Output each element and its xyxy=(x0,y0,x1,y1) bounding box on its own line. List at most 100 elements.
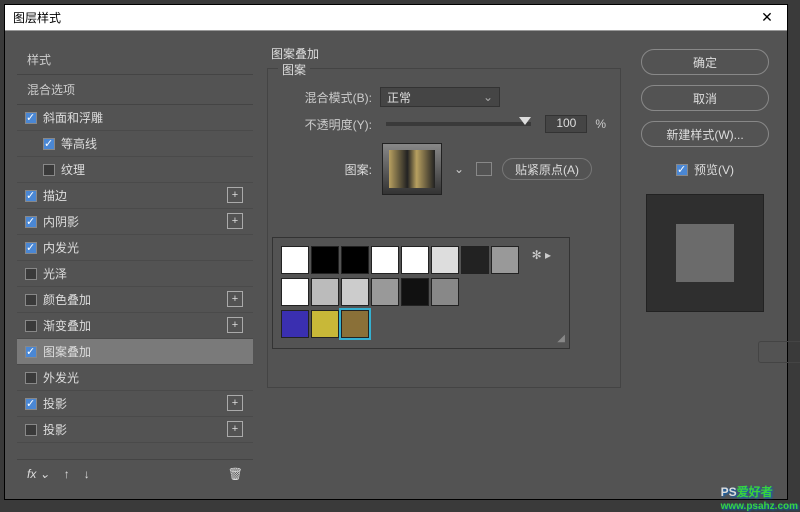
style-item-3[interactable]: 描边 + xyxy=(17,183,253,209)
style-item-6[interactable]: 光泽 xyxy=(17,261,253,287)
style-item-2[interactable]: 纹理 xyxy=(17,157,253,183)
chevron-down-icon[interactable]: ⌄ xyxy=(452,162,466,176)
style-checkbox[interactable] xyxy=(25,424,37,436)
arrow-down-icon[interactable]: ↓ xyxy=(84,467,90,481)
style-label: 光泽 xyxy=(43,265,67,282)
style-item-10[interactable]: 外发光 xyxy=(17,365,253,391)
pattern-swatch[interactable] xyxy=(311,310,339,338)
new-preset-icon[interactable] xyxy=(476,162,492,176)
pattern-swatch[interactable] xyxy=(281,310,309,338)
pattern-swatch[interactable] xyxy=(281,246,309,274)
pattern-swatch[interactable] xyxy=(311,278,339,306)
style-item-5[interactable]: 内发光 xyxy=(17,235,253,261)
style-label: 描边 xyxy=(43,187,67,204)
pattern-swatch-grid xyxy=(281,246,531,340)
cancel-button[interactable]: 取消 xyxy=(641,85,769,111)
sidebar-bottombar: fx ⌄ ↑ ↓ 🗑 xyxy=(17,459,253,487)
style-label: 等高线 xyxy=(61,135,97,152)
style-checkbox[interactable] xyxy=(25,398,37,410)
opacity-slider[interactable] xyxy=(386,122,531,126)
add-effect-icon[interactable]: + xyxy=(227,395,243,411)
style-checkbox[interactable] xyxy=(25,268,37,280)
style-checkbox[interactable] xyxy=(43,138,55,150)
new-style-button[interactable]: 新建样式(W)... xyxy=(641,121,769,147)
style-label: 渐变叠加 xyxy=(43,317,91,334)
opacity-value[interactable]: 100 xyxy=(545,115,587,133)
preview-swatch xyxy=(646,194,764,312)
link-with-layer-checkbox[interactable] xyxy=(758,341,800,363)
pattern-swatch[interactable] xyxy=(431,246,459,274)
style-label: 投影 xyxy=(43,421,67,438)
fieldset-legend: 图案 xyxy=(278,61,310,78)
gear-icon[interactable]: ✻ ▸ xyxy=(532,248,551,262)
style-label: 颜色叠加 xyxy=(43,291,91,308)
add-effect-icon[interactable]: + xyxy=(227,317,243,333)
dialog-window: 图层样式 ✕ 样式 混合选项 斜面和浮雕等高线纹理描边 + 内阴影 + 内发光光泽颜色叠… xyxy=(4,4,788,500)
pattern-picker-flyout: ✻ ▸ ◢ xyxy=(272,237,570,349)
style-label: 图案叠加 xyxy=(43,343,91,360)
style-item-4[interactable]: 内阴影 + xyxy=(17,209,253,235)
pattern-swatch[interactable] xyxy=(341,278,369,306)
resize-handle-icon[interactable]: ◢ xyxy=(557,333,565,344)
pattern-fieldset: 图案 混合模式(B): 正常 不透明度(Y): 100 % 图案: ⌄ 贴紧原 xyxy=(267,68,621,388)
pattern-swatch[interactable] xyxy=(401,246,429,274)
blend-mode-label: 混合模式(B): xyxy=(282,89,372,106)
pattern-swatch[interactable] xyxy=(281,278,309,306)
style-item-11[interactable]: 投影 + xyxy=(17,391,253,417)
close-icon[interactable]: ✕ xyxy=(755,6,779,30)
panel-title: 图案叠加 xyxy=(271,45,621,62)
style-checkbox[interactable] xyxy=(25,320,37,332)
pattern-label: 图案: xyxy=(282,161,372,178)
pattern-swatch[interactable] xyxy=(431,278,459,306)
style-item-0[interactable]: 斜面和浮雕 xyxy=(17,105,253,131)
add-effect-icon[interactable]: + xyxy=(227,213,243,229)
style-checkbox[interactable] xyxy=(25,294,37,306)
style-label: 内发光 xyxy=(43,239,79,256)
style-checkbox[interactable] xyxy=(25,242,37,254)
style-checkbox[interactable] xyxy=(25,112,37,124)
dialog-buttons: 确定 取消 新建样式(W)... 预览(V) xyxy=(635,45,775,487)
style-checkbox[interactable] xyxy=(43,164,55,176)
opacity-label: 不透明度(Y): xyxy=(282,116,372,133)
pattern-thumbnail[interactable] xyxy=(382,143,442,195)
pattern-swatch[interactable] xyxy=(401,278,429,306)
style-checkbox[interactable] xyxy=(25,216,37,228)
add-effect-icon[interactable]: + xyxy=(227,421,243,437)
ok-button[interactable]: 确定 xyxy=(641,49,769,75)
snap-origin-button[interactable]: 贴紧原点(A) xyxy=(502,158,592,180)
style-label: 斜面和浮雕 xyxy=(43,109,103,126)
pattern-swatch[interactable] xyxy=(311,246,339,274)
style-item-8[interactable]: 渐变叠加 + xyxy=(17,313,253,339)
styles-header[interactable]: 样式 xyxy=(17,45,253,74)
style-label: 外发光 xyxy=(43,369,79,386)
styles-sidebar: 样式 混合选项 斜面和浮雕等高线纹理描边 + 内阴影 + 内发光光泽颜色叠加 + 渐变叠加 +… xyxy=(17,45,253,487)
pattern-swatch[interactable] xyxy=(491,246,519,274)
preview-checkbox[interactable] xyxy=(676,164,688,176)
style-label: 内阴影 xyxy=(43,213,79,230)
style-checkbox[interactable] xyxy=(25,372,37,384)
pattern-swatch[interactable] xyxy=(341,246,369,274)
style-label: 投影 xyxy=(43,395,67,412)
titlebar: 图层样式 ✕ xyxy=(5,5,787,31)
pattern-swatch[interactable] xyxy=(371,278,399,306)
style-checkbox[interactable] xyxy=(25,346,37,358)
style-item-9[interactable]: 图案叠加 xyxy=(17,339,253,365)
arrow-up-icon[interactable]: ↑ xyxy=(64,467,70,481)
pattern-swatch[interactable] xyxy=(461,246,489,274)
watermark: PS爱好者 www.psahz.com xyxy=(721,480,798,512)
style-label: 纹理 xyxy=(61,161,85,178)
trash-icon[interactable]: 🗑 xyxy=(228,467,243,481)
style-item-12[interactable]: 投影 + xyxy=(17,417,253,443)
fx-menu-icon[interactable]: fx ⌄ xyxy=(27,467,50,481)
options-panel: 图案叠加 图案 混合模式(B): 正常 不透明度(Y): 100 % 图案: ⌄ xyxy=(267,45,621,487)
style-item-1[interactable]: 等高线 xyxy=(17,131,253,157)
pattern-swatch[interactable] xyxy=(341,310,369,338)
add-effect-icon[interactable]: + xyxy=(227,187,243,203)
blend-options-header[interactable]: 混合选项 xyxy=(17,74,253,104)
style-item-7[interactable]: 颜色叠加 + xyxy=(17,287,253,313)
add-effect-icon[interactable]: + xyxy=(227,291,243,307)
style-checkbox[interactable] xyxy=(25,190,37,202)
preview-label: 预览(V) xyxy=(694,161,734,178)
pattern-swatch[interactable] xyxy=(371,246,399,274)
blend-mode-select[interactable]: 正常 xyxy=(380,87,500,107)
